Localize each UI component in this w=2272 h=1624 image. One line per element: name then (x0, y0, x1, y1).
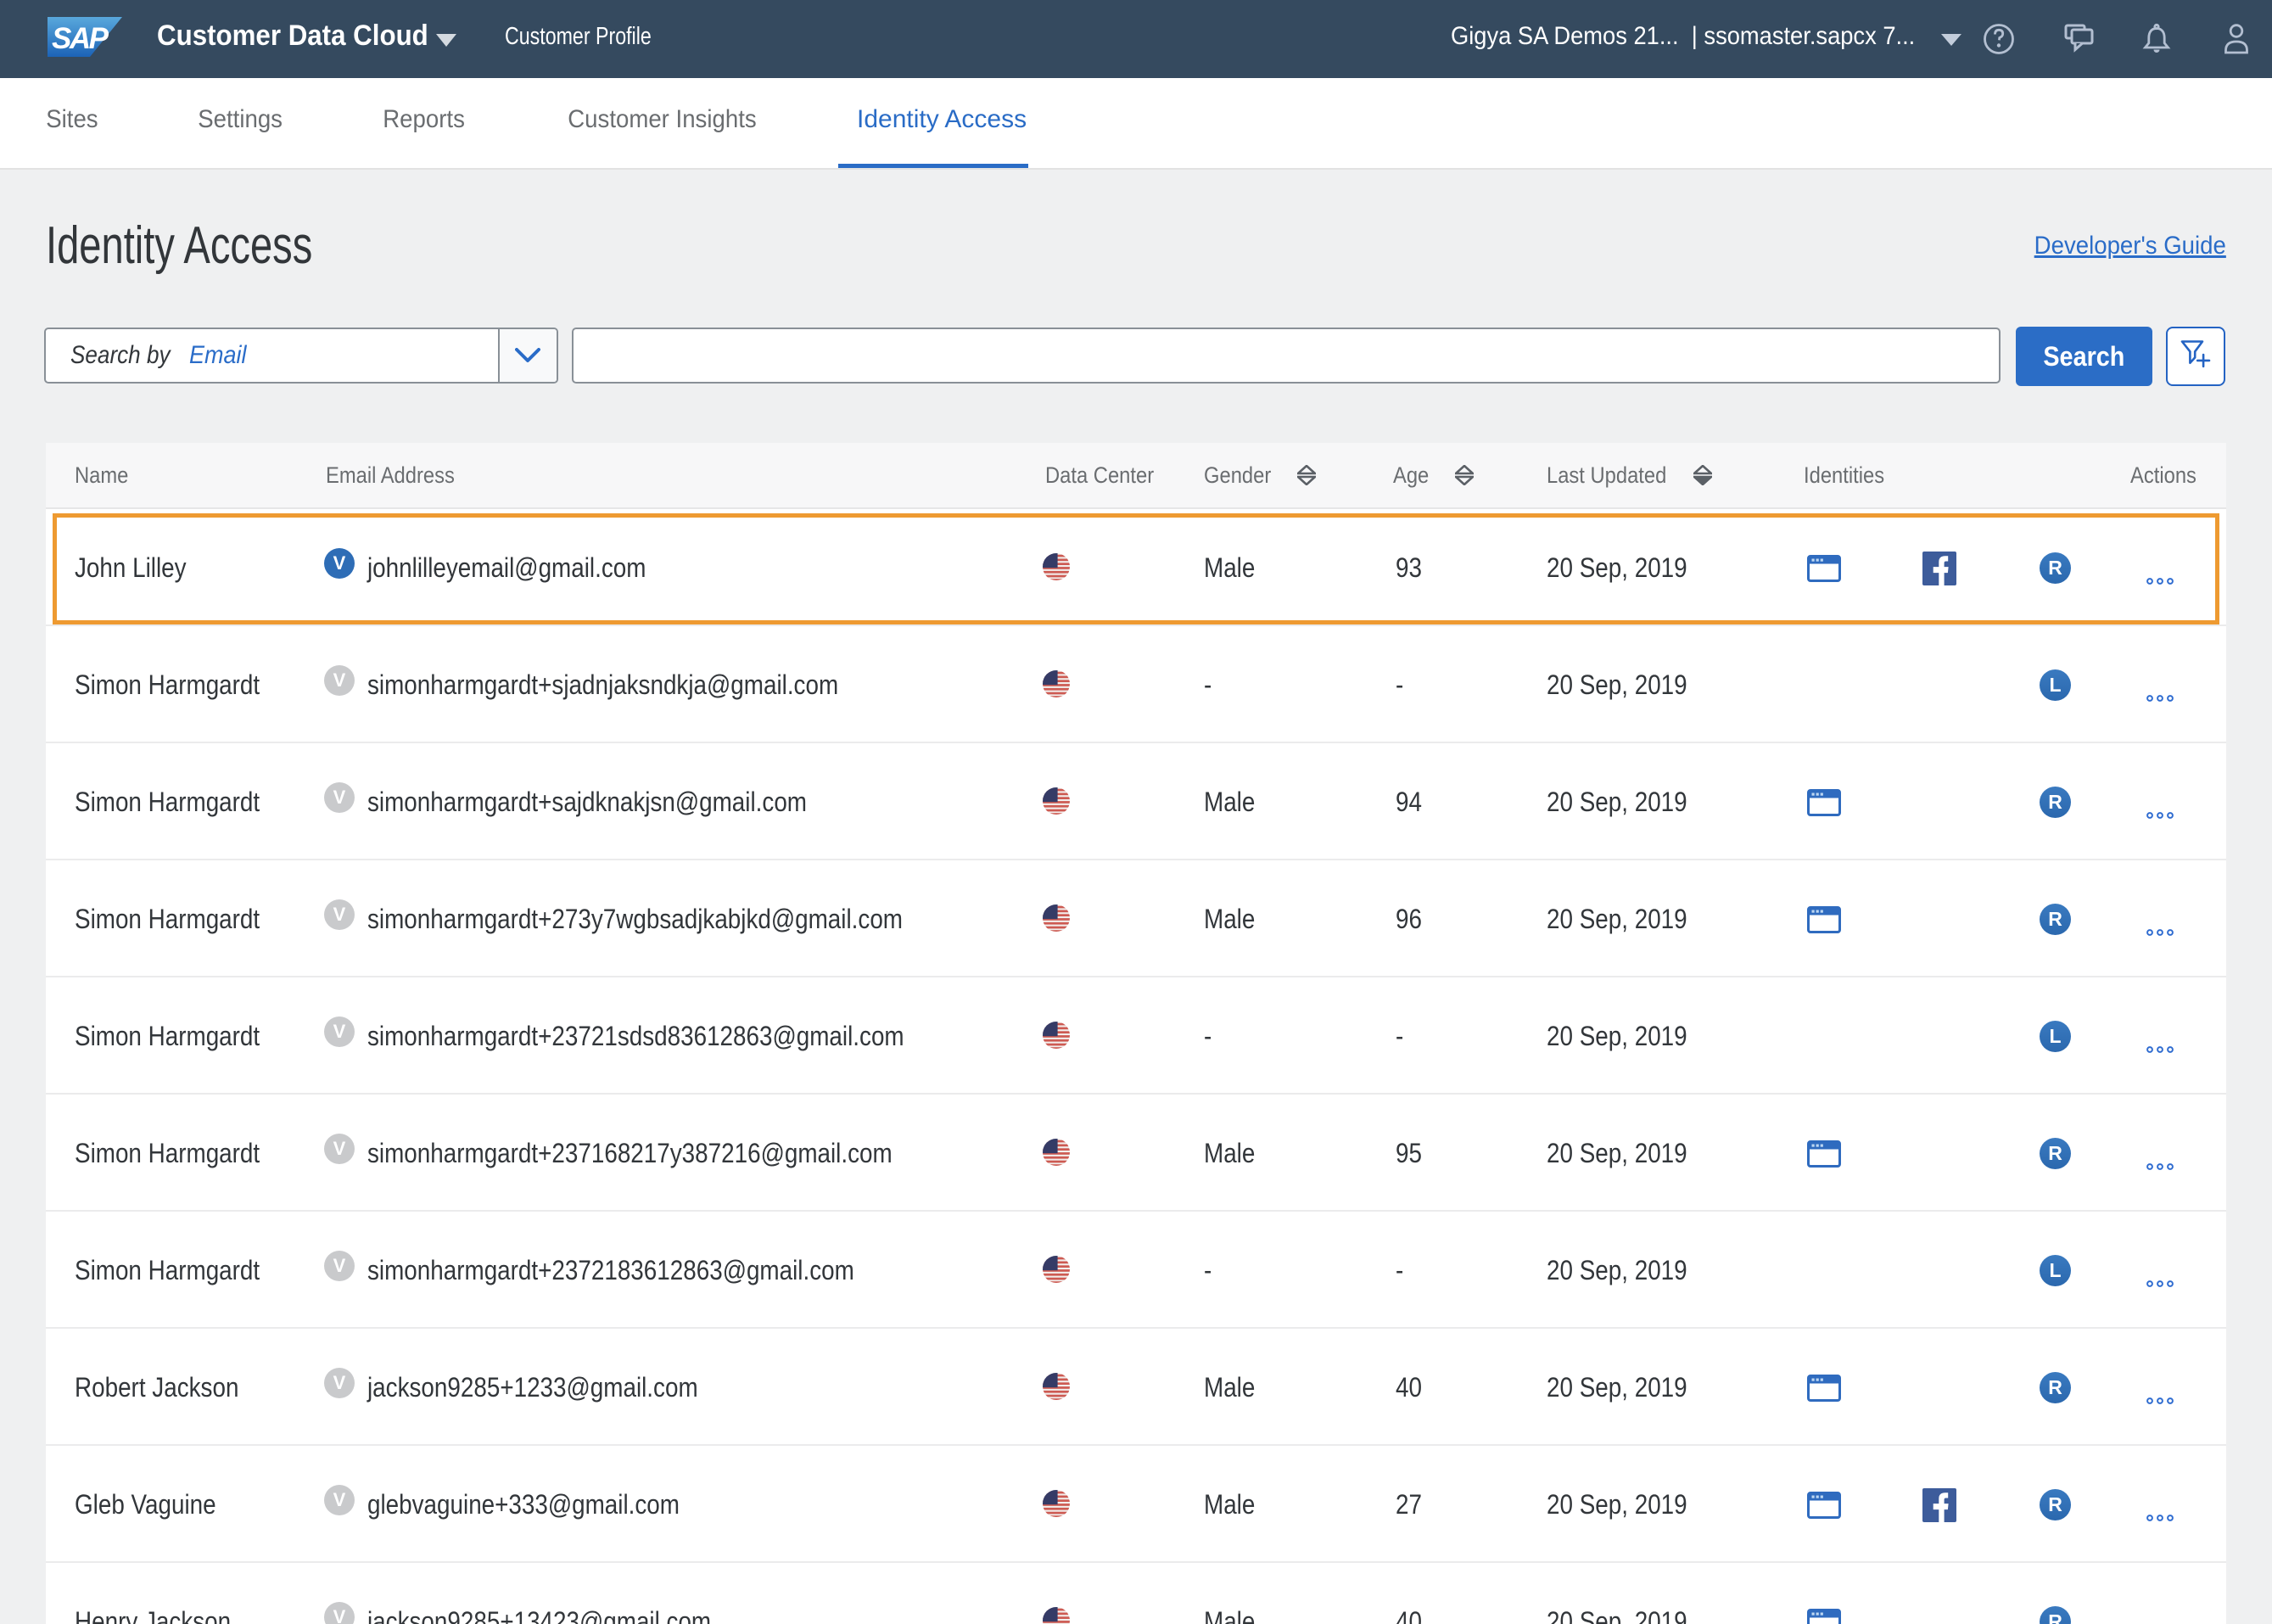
svg-text:SAP: SAP (52, 22, 109, 55)
